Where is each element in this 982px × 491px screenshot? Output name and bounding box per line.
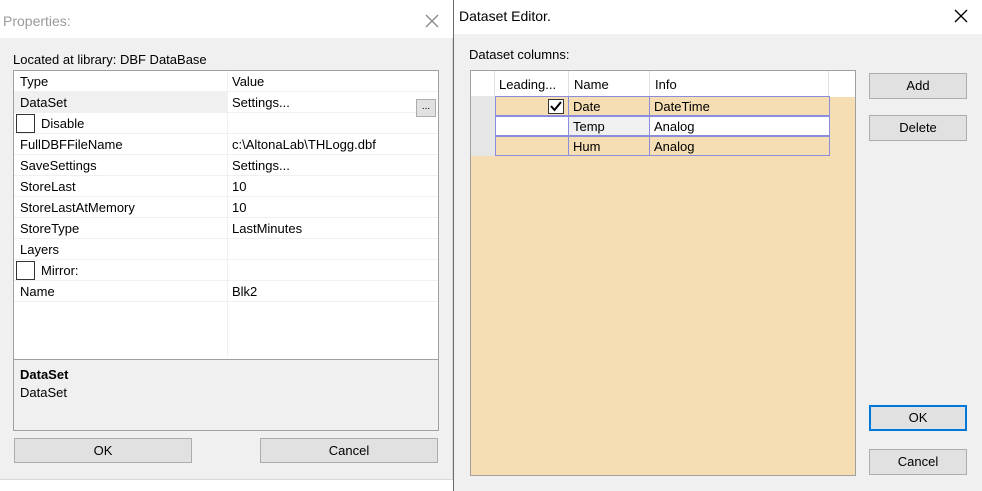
description-title: DataSet xyxy=(20,367,69,382)
property-row-disable[interactable]: Disable xyxy=(14,113,438,134)
property-row-savesettings[interactable]: SaveSettings Settings... xyxy=(14,155,438,176)
property-grid: Type Value DataSet Settings... ... Disab… xyxy=(13,70,439,431)
name-cell[interactable]: Temp xyxy=(569,116,650,136)
name-cell[interactable]: Hum xyxy=(569,136,650,156)
checkmark-icon xyxy=(550,101,562,112)
property-value[interactable]: 10 xyxy=(232,200,246,215)
disable-label: Disable xyxy=(41,116,85,131)
row-header[interactable] xyxy=(471,96,495,116)
properties-ok-button[interactable]: OK xyxy=(14,438,192,463)
column-header-info[interactable]: Info xyxy=(650,71,829,97)
close-icon[interactable] xyxy=(421,10,443,32)
library-location: Located at library: DBF DataBase xyxy=(13,52,207,67)
property-value[interactable]: Blk2 xyxy=(232,284,257,299)
dataset-editor-title: Dataset Editor. xyxy=(459,8,551,24)
value-column-header: Value xyxy=(232,74,265,89)
add-button[interactable]: Add xyxy=(869,73,967,99)
delete-button[interactable]: Delete xyxy=(869,115,967,141)
property-row-fulldbffilename[interactable]: FullDBFFileName c:\AltonaLab\THLogg.dbf xyxy=(14,134,438,155)
disable-checkbox[interactable] xyxy=(16,114,35,133)
properties-titlebar: Properties: xyxy=(0,0,453,38)
leading-cell[interactable] xyxy=(495,136,569,156)
leading-checkbox[interactable] xyxy=(548,99,564,114)
property-row-storetype[interactable]: StoreType LastMinutes xyxy=(14,218,438,239)
property-row-mirror[interactable]: Mirror: xyxy=(14,260,438,281)
dataset-columns-label: Dataset columns: xyxy=(469,47,570,62)
properties-cancel-button[interactable]: Cancel xyxy=(260,438,438,463)
info-cell[interactable]: Analog xyxy=(650,116,830,136)
property-name: SaveSettings xyxy=(20,158,97,173)
column-header-name[interactable]: Name xyxy=(569,71,650,97)
dataset-editor-window: Dataset Editor. Dataset columns: Leading… xyxy=(453,0,982,491)
property-description-panel: DataSet DataSet xyxy=(14,359,438,430)
property-name: StoreType xyxy=(20,221,80,236)
type-column-header: Type xyxy=(20,74,49,89)
description-text: DataSet xyxy=(20,385,67,400)
dataset-columns-grid: Leading... Name Info Date DateTime Temp … xyxy=(470,70,856,476)
property-value[interactable]: 10 xyxy=(232,179,246,194)
dataset-cancel-button[interactable]: Cancel xyxy=(869,449,967,475)
mirror-label: Mirror: xyxy=(41,263,79,278)
column-header-leading[interactable]: Leading... xyxy=(495,71,569,97)
property-row-layers[interactable]: Layers xyxy=(14,239,438,260)
row-header-corner xyxy=(471,71,495,97)
property-value[interactable]: Settings... xyxy=(232,158,290,173)
property-row-name[interactable]: Name Blk2 xyxy=(14,281,438,302)
property-name: FullDBFFileName xyxy=(20,137,123,152)
property-name: DataSet xyxy=(20,95,67,110)
mirror-checkbox[interactable] xyxy=(16,261,35,280)
row-header[interactable] xyxy=(471,136,495,156)
leading-cell[interactable] xyxy=(495,116,569,136)
property-value[interactable]: c:\AltonaLab\THLogg.dbf xyxy=(232,137,376,152)
property-name: Name xyxy=(20,284,55,299)
dataset-ok-button[interactable]: OK xyxy=(869,405,967,431)
grid-header: Leading... Name Info xyxy=(471,71,855,97)
info-cell[interactable]: DateTime xyxy=(650,96,830,116)
property-name: Layers xyxy=(20,242,60,257)
property-grid-header: Type Value xyxy=(14,71,438,92)
info-cell[interactable]: Analog xyxy=(650,136,830,156)
property-name: StoreLastAtMemory xyxy=(20,200,135,215)
property-value[interactable]: Settings... xyxy=(232,95,290,110)
name-cell[interactable]: Date xyxy=(569,96,650,116)
properties-title: Properties: xyxy=(3,13,71,29)
row-header[interactable] xyxy=(471,116,495,136)
property-row-storelastatmemory[interactable]: StoreLastAtMemory 10 xyxy=(14,197,438,218)
property-row-dataset[interactable]: DataSet Settings... xyxy=(14,92,438,113)
property-row-storelast[interactable]: StoreLast 10 xyxy=(14,176,438,197)
property-value[interactable]: LastMinutes xyxy=(232,221,302,236)
close-icon[interactable] xyxy=(951,6,971,26)
leading-cell[interactable] xyxy=(495,96,569,116)
dataset-editor-titlebar: Dataset Editor. xyxy=(454,0,982,34)
property-name: StoreLast xyxy=(20,179,76,194)
properties-window: Properties: Located at library: DBF Data… xyxy=(0,0,453,480)
